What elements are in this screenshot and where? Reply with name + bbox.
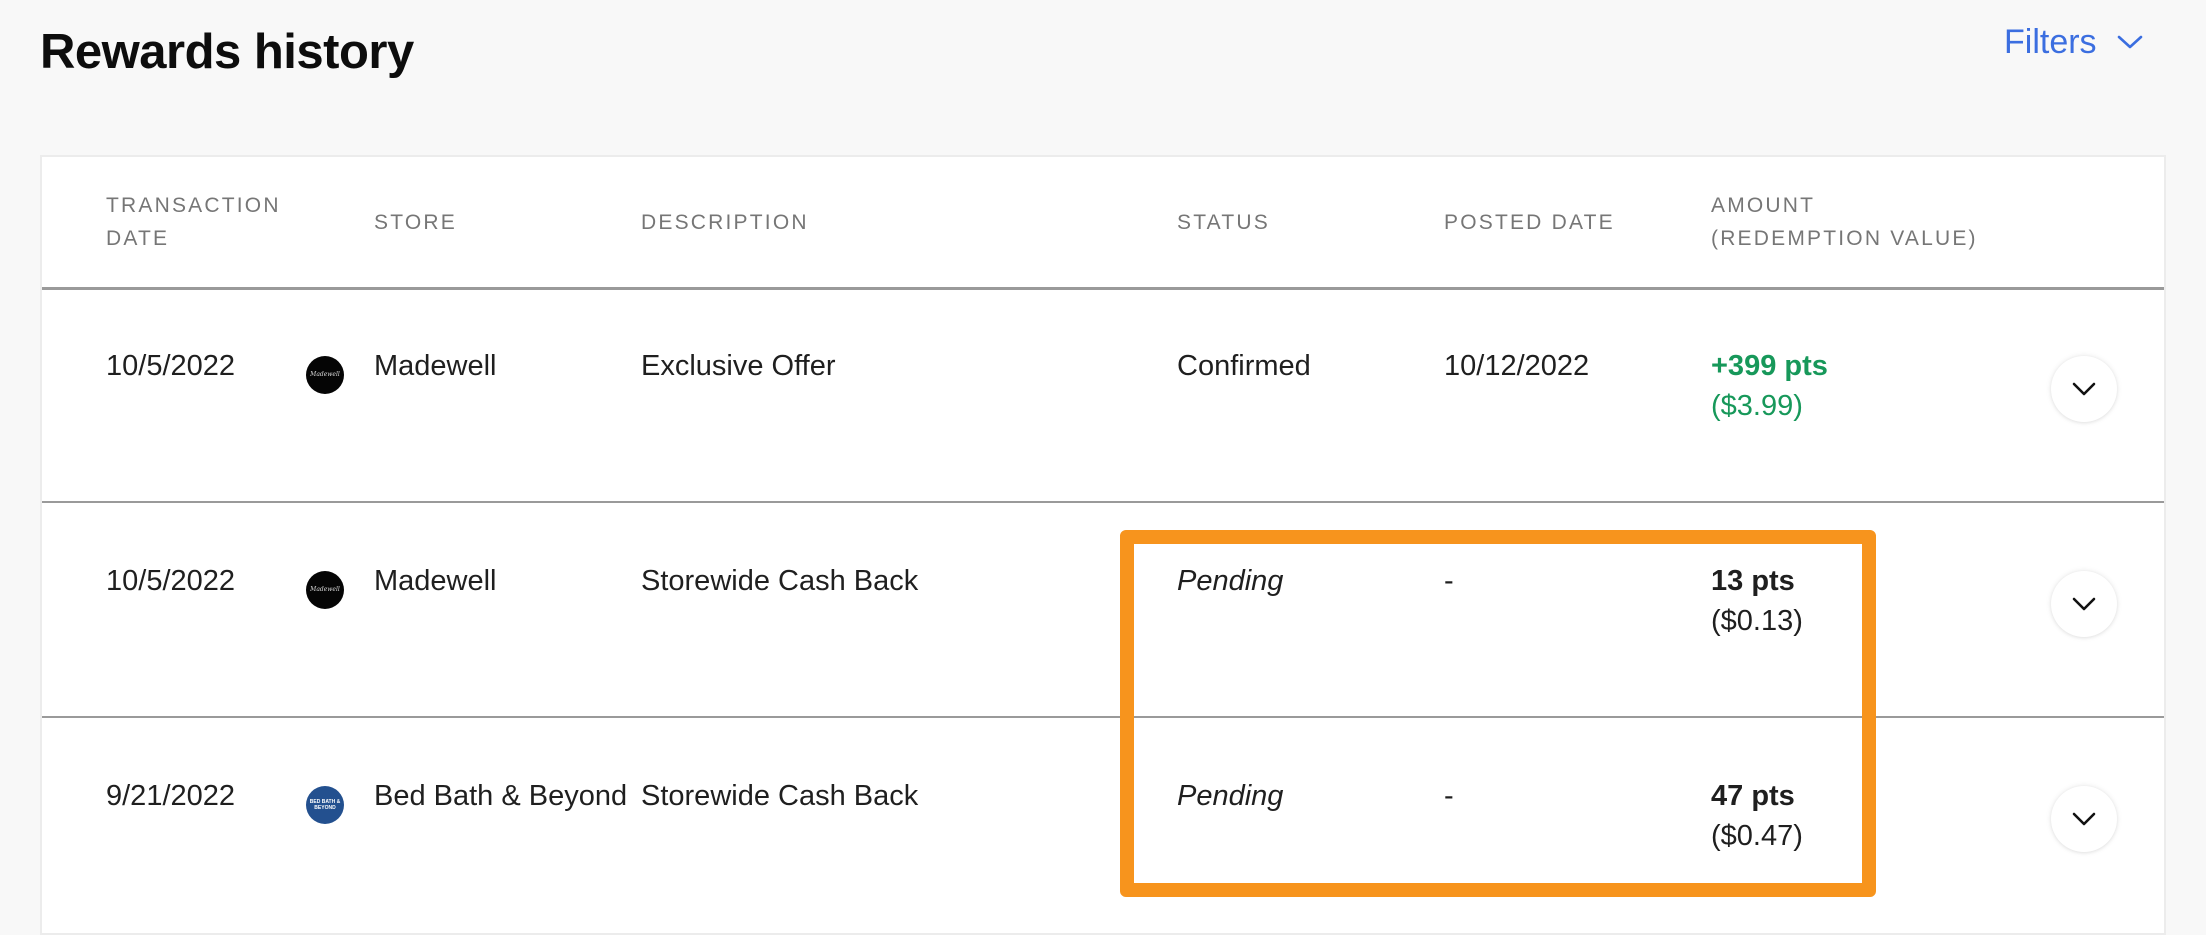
status: Confirmed <box>1177 350 1311 382</box>
store-name: Madewell <box>374 565 497 597</box>
transaction-date: 10/5/2022 <box>106 350 236 382</box>
amount: 47 pts ($0.47) <box>1711 776 1803 856</box>
header-transaction-date-label: Transaction Date <box>106 194 281 250</box>
logo-text: Madewell <box>310 371 340 378</box>
amount-points: 47 pts <box>1711 780 1795 812</box>
amount-redemption-value: ($3.99) <box>1711 390 1803 422</box>
logo-text: BED BATH & BEYOND <box>309 799 341 811</box>
filters-label: Filters <box>2004 23 2097 61</box>
description: Storewide Cash Back <box>641 780 919 812</box>
logo-text: Madewell <box>310 586 340 593</box>
chevron-down-icon <box>2072 812 2096 826</box>
amount: +399 pts ($3.99) <box>1711 346 1828 426</box>
bed-bath-beyond-logo: BED BATH & BEYOND <box>306 786 344 824</box>
header-store: Store <box>374 157 457 287</box>
header-posted-date-label: Posted Date <box>1444 210 1615 234</box>
expand-row-button[interactable] <box>2051 356 2117 422</box>
posted-date: - <box>1444 565 1454 597</box>
header-description: Description <box>641 157 809 287</box>
store-name: Madewell <box>374 350 497 382</box>
transaction-date: 10/5/2022 <box>106 565 236 597</box>
chevron-down-icon <box>2072 597 2096 611</box>
madewell-logo: Madewell <box>306 356 344 394</box>
header-description-label: Description <box>641 210 809 234</box>
amount-points: +399 pts <box>1711 350 1828 382</box>
posted-date: 10/12/2022 <box>1444 350 1590 382</box>
store-name: Bed Bath & Beyond <box>374 780 628 812</box>
header-store-label: Store <box>374 210 457 234</box>
expand-row-button[interactable] <box>2051 786 2117 852</box>
header-status-label: Status <box>1177 210 1270 234</box>
status: Pending <box>1177 565 1284 597</box>
description: Storewide Cash Back <box>641 565 919 597</box>
posted-date: - <box>1444 780 1454 812</box>
filters-button[interactable]: Filters <box>2004 20 2143 64</box>
header-posted-date: Posted Date <box>1444 157 1615 287</box>
amount-redemption-value: ($0.13) <box>1711 605 1803 637</box>
rewards-table: Transaction Date Store Description Statu… <box>40 155 2166 935</box>
header-amount: Amount (Redemption Value) <box>1711 157 1978 287</box>
amount: 13 pts ($0.13) <box>1711 561 1803 641</box>
chevron-down-icon <box>2117 35 2142 49</box>
table-header: Transaction Date Store Description Statu… <box>42 157 2164 290</box>
header-amount-label: Amount (Redemption Value) <box>1711 194 1978 250</box>
expand-row-button[interactable] <box>2051 571 2117 637</box>
transaction-date: 9/21/2022 <box>106 780 236 812</box>
madewell-logo: Madewell <box>306 571 344 609</box>
table-row: 10/5/2022 Madewell Madewell Storewide Ca… <box>42 503 2164 718</box>
status: Pending <box>1177 780 1284 812</box>
header-status: Status <box>1177 157 1270 287</box>
chevron-down-icon <box>2072 382 2096 396</box>
amount-redemption-value: ($0.47) <box>1711 820 1803 852</box>
page-title: Rewards history <box>40 25 414 79</box>
amount-points: 13 pts <box>1711 565 1795 597</box>
table-row: 10/5/2022 Madewell Madewell Exclusive Of… <box>42 288 2164 503</box>
description: Exclusive Offer <box>641 350 836 382</box>
table-row: 9/21/2022 BED BATH & BEYOND Bed Bath & B… <box>42 718 2164 933</box>
header-transaction-date: Transaction Date <box>106 157 281 287</box>
